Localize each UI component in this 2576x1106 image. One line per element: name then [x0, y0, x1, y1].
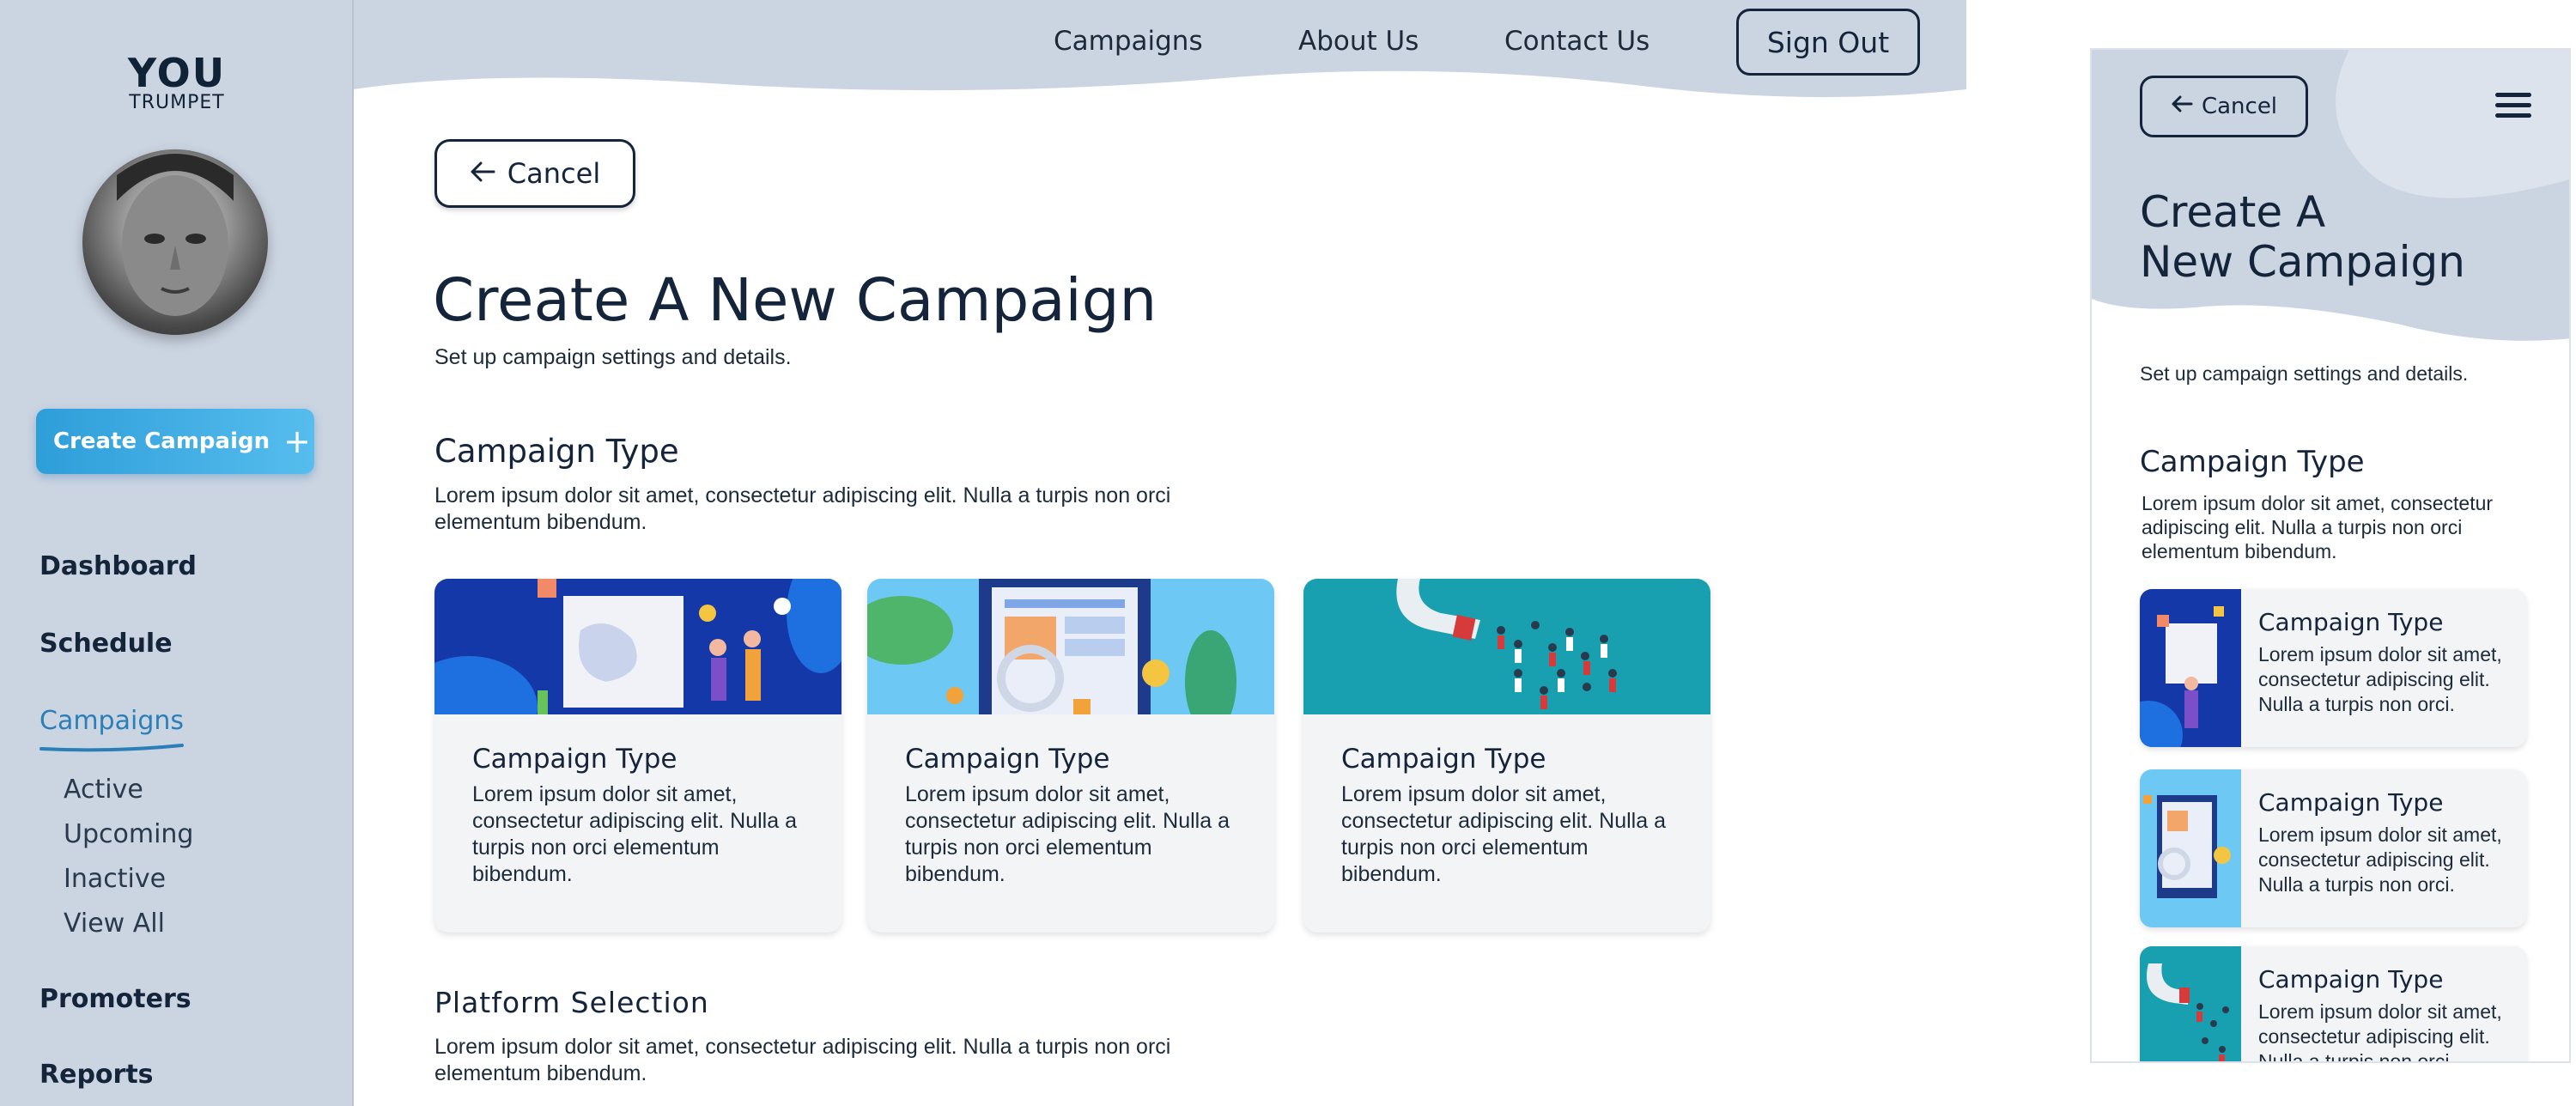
sub-item-view-all[interactable]: View All [64, 908, 165, 939]
mobile-cancel-label: Cancel [2201, 94, 2278, 119]
mobile-campaign-type-heading: Campaign Type [2140, 445, 2365, 479]
logo-sub-text: TRUMPET [129, 92, 225, 113]
page-title: Create A New Campaign [433, 266, 1157, 335]
hamburger-menu-icon[interactable] [2495, 93, 2531, 122]
arrow-left-icon [470, 157, 495, 190]
sub-item-active[interactable]: Active [64, 775, 143, 805]
avatar-portrait-icon [117, 154, 234, 316]
sub-item-upcoming[interactable]: Upcoming [64, 819, 193, 849]
nav-link-campaigns[interactable]: Campaigns [1054, 26, 1203, 57]
sign-out-button[interactable]: Sign Out [1736, 9, 1920, 76]
mobile-card-title: Campaign Type [2258, 788, 2444, 817]
platform-selection-description: Lorem ipsum dolor sit amet, consectetur … [434, 1035, 1171, 1085]
campaign-type-card[interactable]: Campaign Type Lorem ipsum dolor sit amet… [867, 579, 1274, 933]
arrow-left-icon [2171, 94, 2193, 119]
card-title: Campaign Type [1341, 744, 1546, 775]
card-description: Lorem ipsum dolor sit amet, consectetur … [472, 782, 797, 886]
nav-item-reports[interactable]: Reports [39, 1060, 154, 1090]
create-campaign-label: Create Campaign [53, 428, 270, 454]
mobile-card-title: Campaign Type [2258, 965, 2444, 994]
nav-link-contact-us[interactable]: Contact Us [1504, 26, 1649, 57]
mobile-campaign-type-card[interactable]: Campaign Type Lorem ipsum dolor sit amet… [2140, 589, 2526, 747]
mobile-campaign-type-description: Lorem ipsum dolor sit amet, consectetur … [2142, 492, 2494, 562]
campaign-type-heading: Campaign Type [434, 433, 679, 470]
presentation-illustration-icon [434, 579, 841, 714]
card-title: Campaign Type [905, 744, 1110, 775]
nav-link-about-us[interactable]: About Us [1298, 26, 1419, 57]
plus-icon: + [283, 422, 311, 460]
cancel-button[interactable]: Cancel [434, 139, 635, 208]
sub-item-inactive[interactable]: Inactive [64, 864, 166, 894]
campaign-type-card[interactable]: Campaign Type Lorem ipsum dolor sit amet… [1303, 579, 1710, 933]
create-campaign-button[interactable]: Create Campaign + [36, 409, 314, 474]
campaign-type-description: Lorem ipsum dolor sit amet, consectetur … [434, 483, 1171, 534]
mobile-title-line-2: New Campaign [2140, 237, 2465, 287]
cancel-label: Cancel [507, 157, 601, 190]
mobile-card-description: Lorem ipsum dolor sit amet, consectetur … [2258, 643, 2502, 715]
presentation-illustration-icon [2140, 589, 2241, 747]
avatar[interactable] [82, 149, 268, 335]
top-header: Campaigns About Us Contact Us [354, 0, 1966, 103]
card-description: Lorem ipsum dolor sit amet, consectetur … [1341, 782, 1666, 886]
mobile-campaign-type-card[interactable]: Campaign Type Lorem ipsum dolor sit amet… [2140, 946, 2526, 1063]
mobile-page-subtitle: Set up campaign settings and details. [2140, 362, 2469, 385]
research-illustration-icon [867, 579, 1274, 714]
campaign-type-card[interactable]: Campaign Type Lorem ipsum dolor sit amet… [434, 579, 841, 933]
magnet-crowd-illustration-icon [2140, 946, 2241, 1061]
logo-main-text: YOU [127, 50, 227, 96]
sidebar: YOU TRUMPET Create Campaign + Dashboard … [0, 0, 354, 1106]
page-subtitle: Set up campaign settings and details. [434, 345, 792, 369]
active-underline [39, 744, 184, 752]
nav-item-campaigns[interactable]: Campaigns [39, 706, 184, 736]
mobile-card-description: Lorem ipsum dolor sit amet, consectetur … [2258, 823, 2502, 896]
mobile-card-description: Lorem ipsum dolor sit amet, consectetur … [2258, 1000, 2502, 1063]
magnet-crowd-illustration-icon [1303, 579, 1710, 714]
research-illustration-icon [2140, 769, 2241, 927]
card-description: Lorem ipsum dolor sit amet, consectetur … [905, 782, 1230, 886]
mobile-preview: Cancel Create A New Campaign Set up camp… [2090, 48, 2571, 1063]
mobile-cancel-button[interactable]: Cancel [2140, 76, 2308, 137]
card-title: Campaign Type [472, 744, 677, 775]
nav-item-promoters[interactable]: Promoters [39, 984, 191, 1014]
nav-item-schedule[interactable]: Schedule [39, 629, 173, 659]
logo[interactable]: YOU TRUMPET [125, 53, 228, 113]
mobile-title-line-1: Create A [2140, 187, 2326, 237]
mobile-card-title: Campaign Type [2258, 608, 2444, 636]
nav-item-dashboard[interactable]: Dashboard [39, 551, 197, 581]
mobile-page-title: Create A New Campaign [2140, 187, 2465, 287]
mobile-campaign-type-card[interactable]: Campaign Type Lorem ipsum dolor sit amet… [2140, 769, 2526, 927]
platform-selection-heading: Platform Selection [434, 986, 709, 1019]
